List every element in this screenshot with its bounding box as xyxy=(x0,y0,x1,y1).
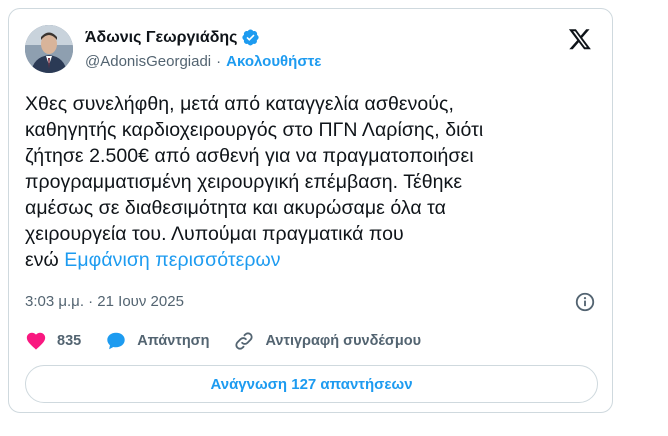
action-bar: 835 Απάντηση Αντιγραφή συνδέσμου xyxy=(25,329,445,353)
show-more-link[interactable]: Εμφάνιση περισσότερων xyxy=(64,249,280,271)
author-display-name[interactable]: Άδωνις Γεωργιάδης xyxy=(85,29,237,47)
like-button[interactable]: 835 xyxy=(25,330,81,352)
tweet-line: αμέσως σε διαθεσιμότητα και ακυρώσαμε όλ… xyxy=(25,197,446,219)
copy-link-button[interactable]: Αντιγραφή συνδέσμου xyxy=(233,330,421,352)
separator-dot: · xyxy=(216,53,222,70)
x-logo-icon[interactable] xyxy=(568,27,592,51)
tweet-text: Χθες συνελήφθη, μετά από καταγγελία ασθε… xyxy=(25,91,565,273)
tweet-timestamp[interactable]: 3:03 μ.μ. · 21 Ιουν 2025 xyxy=(25,293,184,310)
tweet-line: καθηγητής καρδιοχειρουργός στο ΠΓΝ Λαρίσ… xyxy=(25,119,484,141)
reply-button[interactable]: Απάντηση xyxy=(105,330,209,352)
verified-badge-icon xyxy=(241,28,260,47)
reply-label: Απάντηση xyxy=(137,333,210,349)
profile-photo-image xyxy=(25,25,73,73)
tweet-line: ζήτησε 2.500€ από ασθενή για να πραγματο… xyxy=(25,145,474,167)
info-icon[interactable] xyxy=(574,291,596,313)
avatar[interactable] xyxy=(25,25,73,73)
link-icon xyxy=(235,332,254,350)
tweet-line-prefix: ενώ xyxy=(25,249,59,271)
follow-button[interactable]: Ακολουθήστε xyxy=(226,53,321,70)
tweet-card: Άδωνις Γεωργιάδης @AdonisGeorgiadi · Ακο… xyxy=(8,8,613,413)
copy-link-label: Αντιγραφή συνδέσμου xyxy=(265,333,422,349)
read-replies-button[interactable]: Ανάγνωση 127 απαντήσεων xyxy=(25,365,598,403)
tweet-line-last: ενώ Εμφάνιση περισσότερων xyxy=(25,247,565,273)
tweet-line: Χθες συνελήφθη, μετά από καταγγελία ασθε… xyxy=(25,93,454,115)
author-handle[interactable]: @AdonisGeorgiadi xyxy=(85,53,211,70)
tweet-line: χειρουργεία του. Λυπούμαι πραγματικά που xyxy=(25,223,404,245)
reply-bubble-icon xyxy=(107,332,125,350)
like-count: 835 xyxy=(57,333,82,349)
author-handle-row: @AdonisGeorgiadi · Ακολουθήστε xyxy=(85,53,321,70)
heart-icon xyxy=(26,332,46,350)
tweet-line: προγραμματισμένη χειρουργική επέμβαση. Τ… xyxy=(25,171,463,193)
author-name-row: Άδωνις Γεωργιάδης xyxy=(85,28,260,47)
